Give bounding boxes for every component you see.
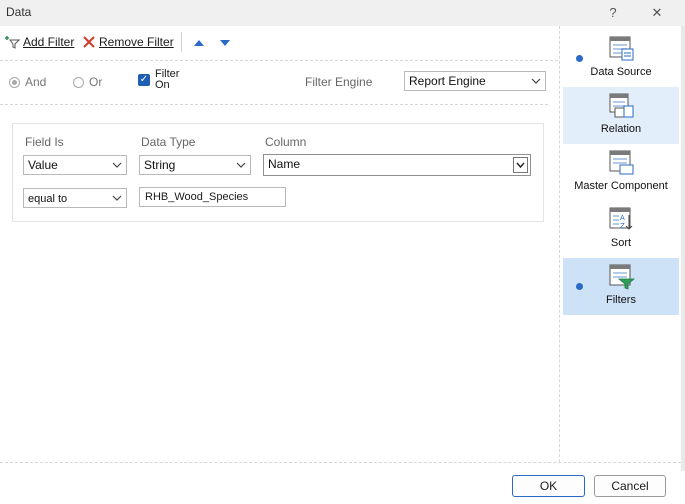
chevron-down-icon — [531, 78, 541, 84]
field-is-select[interactable]: Value — [23, 155, 127, 175]
sort-icon: A Z — [609, 207, 633, 230]
sidebar-item-filters[interactable]: Filters — [563, 258, 679, 315]
or-radio[interactable]: Or — [73, 75, 102, 89]
sidebar-item-data-source[interactable]: Data Source — [563, 30, 679, 87]
sidebar-item-label: Filters — [606, 294, 636, 306]
add-filter-button[interactable]: Add Filter — [4, 35, 74, 49]
column-dropdown-button[interactable] — [513, 157, 528, 173]
filters-icon — [609, 264, 635, 290]
and-label: And — [25, 75, 47, 89]
status-dot — [576, 55, 583, 62]
chevron-down-icon — [112, 162, 122, 168]
toolbar-separator — [181, 32, 182, 52]
sidebar-divider — [559, 26, 560, 462]
footer-divider — [0, 462, 681, 463]
add-filter-label: Add Filter — [23, 35, 75, 49]
sidebar-item-label: Relation — [600, 123, 642, 135]
svg-text:Z: Z — [620, 222, 625, 230]
and-radio-circle — [9, 76, 20, 88]
field-is-value: Value — [28, 158, 58, 172]
or-radio-circle — [73, 76, 84, 88]
filter-on-label-line2: On — [155, 79, 170, 91]
chevron-down-icon — [112, 195, 122, 201]
master-component-icon — [609, 150, 634, 175]
data-type-select[interactable]: String — [139, 155, 251, 175]
remove-icon — [83, 36, 95, 48]
move-down-icon[interactable] — [219, 38, 231, 48]
scrollbar[interactable] — [681, 26, 685, 471]
filter-engine-label: Filter Engine — [305, 75, 373, 89]
divider — [0, 60, 558, 61]
sidebar-item-master-component[interactable]: Master Component — [563, 144, 679, 201]
filter-value-text: RHB_Wood_Species — [145, 191, 249, 203]
chevron-down-icon — [516, 162, 525, 169]
filter-value-input[interactable]: RHB_Wood_Species — [139, 187, 286, 207]
divider — [0, 104, 548, 105]
column-select[interactable]: Name — [263, 154, 531, 176]
filter-engine-value: Report Engine — [409, 74, 486, 88]
field-is-label: Field Is — [25, 135, 64, 149]
data-type-label: Data Type — [141, 135, 196, 149]
move-up-icon[interactable] — [193, 38, 205, 48]
status-dot — [576, 283, 583, 290]
data-source-icon — [609, 36, 634, 61]
filter-on-checkbox[interactable]: ✓ — [138, 74, 150, 86]
filter-on-label: Filter On — [155, 69, 179, 91]
help-button[interactable]: ? — [602, 3, 624, 23]
condition-value: equal to — [28, 193, 68, 205]
sidebar-item-label: Master Component — [574, 180, 668, 192]
column-label: Column — [265, 135, 307, 149]
remove-filter-label: Remove Filter — [99, 35, 174, 49]
data-type-value: String — [144, 158, 176, 172]
title-bar: Data ? ✕ — [0, 0, 685, 26]
cancel-button[interactable]: Cancel — [594, 475, 666, 497]
sidebar-item-relation[interactable]: Relation — [563, 87, 679, 144]
and-radio[interactable]: And — [9, 75, 46, 89]
sidebar-item-label: Data Source — [590, 66, 652, 78]
column-value: Name — [268, 157, 301, 171]
add-filter-icon — [5, 36, 20, 49]
or-label: Or — [89, 75, 103, 89]
sidebar-item-label: Sort — [610, 237, 632, 249]
close-button[interactable]: ✕ — [646, 3, 668, 23]
window-title: Data — [6, 5, 32, 19]
condition-select[interactable]: equal to — [23, 188, 127, 208]
remove-filter-button[interactable]: Remove Filter — [82, 35, 174, 49]
ok-button[interactable]: OK — [512, 475, 585, 497]
relation-icon — [609, 93, 634, 118]
svg-text:A: A — [620, 214, 625, 222]
filter-engine-select[interactable]: Report Engine — [404, 71, 546, 91]
chevron-down-icon — [236, 162, 246, 168]
sidebar-item-sort[interactable]: A Z Sort — [563, 201, 679, 258]
